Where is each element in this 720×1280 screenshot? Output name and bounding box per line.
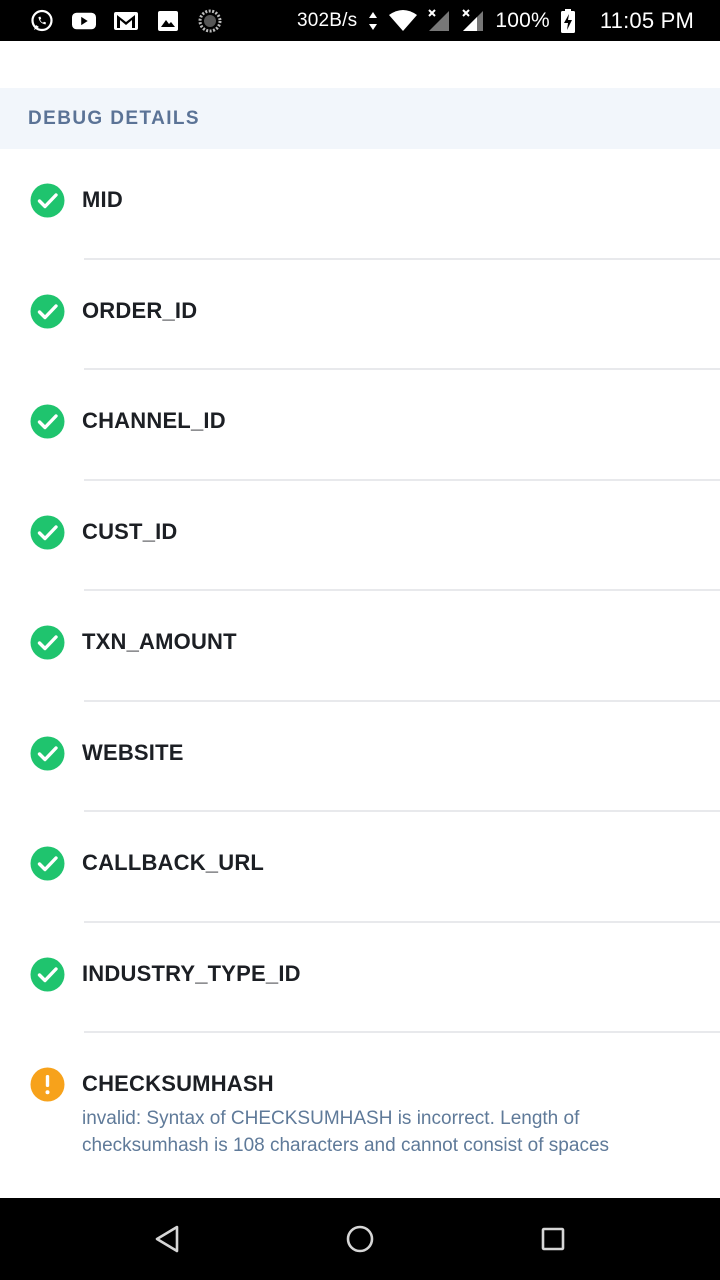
clock: 11:05 PM bbox=[599, 7, 694, 33]
list-item: INDUSTRY_TYPE_ID bbox=[0, 923, 720, 1033]
check-circle-icon bbox=[30, 183, 65, 218]
check-circle-icon bbox=[30, 404, 65, 439]
youtube-icon bbox=[72, 9, 96, 33]
check-circle-icon bbox=[30, 736, 65, 771]
list-item: CHANNEL_ID bbox=[0, 370, 720, 481]
check-circle-icon bbox=[30, 625, 65, 660]
home-icon[interactable] bbox=[330, 1209, 390, 1269]
warning-circle-icon bbox=[30, 1067, 65, 1102]
battery-percent: 100% bbox=[495, 8, 550, 32]
battery-charging-icon bbox=[560, 8, 576, 33]
check-circle-icon bbox=[30, 515, 65, 550]
item-label: ORDER_ID bbox=[82, 297, 198, 323]
list-item: WEBSITE bbox=[0, 702, 720, 812]
signal-icon bbox=[427, 8, 451, 33]
notification-icons bbox=[30, 9, 222, 33]
status-bar: 302B/s 100% 11:05 PM bbox=[0, 0, 720, 41]
item-label: CHECKSUMHASH bbox=[82, 1071, 274, 1096]
net-speed: 302B/s bbox=[296, 9, 358, 31]
section-header: DEBUG DETAILS bbox=[0, 88, 720, 149]
signal-icon bbox=[461, 8, 485, 33]
item-label: INDUSTRY_TYPE_ID bbox=[82, 960, 301, 986]
list-item: CALLBACK_URL bbox=[0, 812, 720, 923]
list-item: CUST_ID bbox=[0, 481, 720, 591]
whatsapp-icon bbox=[30, 9, 54, 33]
check-circle-icon bbox=[30, 846, 65, 881]
item-label: CHANNEL_ID bbox=[82, 408, 226, 433]
debug-list: MID ORDER_ID CHANNEL_ID CUST_ID TXN_AMOU… bbox=[0, 149, 720, 1193]
system-indicators: 302B/s 100% 11:05 PM bbox=[297, 8, 694, 34]
wifi-icon bbox=[389, 9, 418, 33]
section-title: DEBUG DETAILS bbox=[28, 107, 200, 129]
item-label: MID bbox=[82, 187, 123, 212]
top-spacer bbox=[0, 41, 720, 88]
data-arrows-icon bbox=[367, 9, 379, 33]
list-item: MID bbox=[0, 149, 720, 260]
back-icon[interactable] bbox=[137, 1209, 197, 1269]
recents-icon[interactable] bbox=[523, 1209, 583, 1269]
list-item: TXN_AMOUNT bbox=[0, 591, 720, 702]
item-label: WEBSITE bbox=[82, 739, 184, 765]
navigation-bar bbox=[0, 1198, 720, 1280]
gmail-icon bbox=[114, 9, 138, 33]
check-circle-icon bbox=[30, 957, 65, 992]
item-label: TXN_AMOUNT bbox=[82, 629, 237, 654]
check-circle-icon bbox=[30, 294, 65, 329]
item-label: CALLBACK_URL bbox=[82, 850, 265, 875]
gallery-icon bbox=[156, 9, 180, 33]
list-item: CHECKSUMHASH invalid: Syntax of CHECKSUM… bbox=[0, 1033, 720, 1193]
item-label: CUST_ID bbox=[82, 518, 178, 544]
loading-icon bbox=[198, 9, 222, 33]
list-item: ORDER_ID bbox=[0, 260, 720, 370]
error-message: invalid: Syntax of CHECKSUMHASH is incor… bbox=[82, 1108, 610, 1156]
